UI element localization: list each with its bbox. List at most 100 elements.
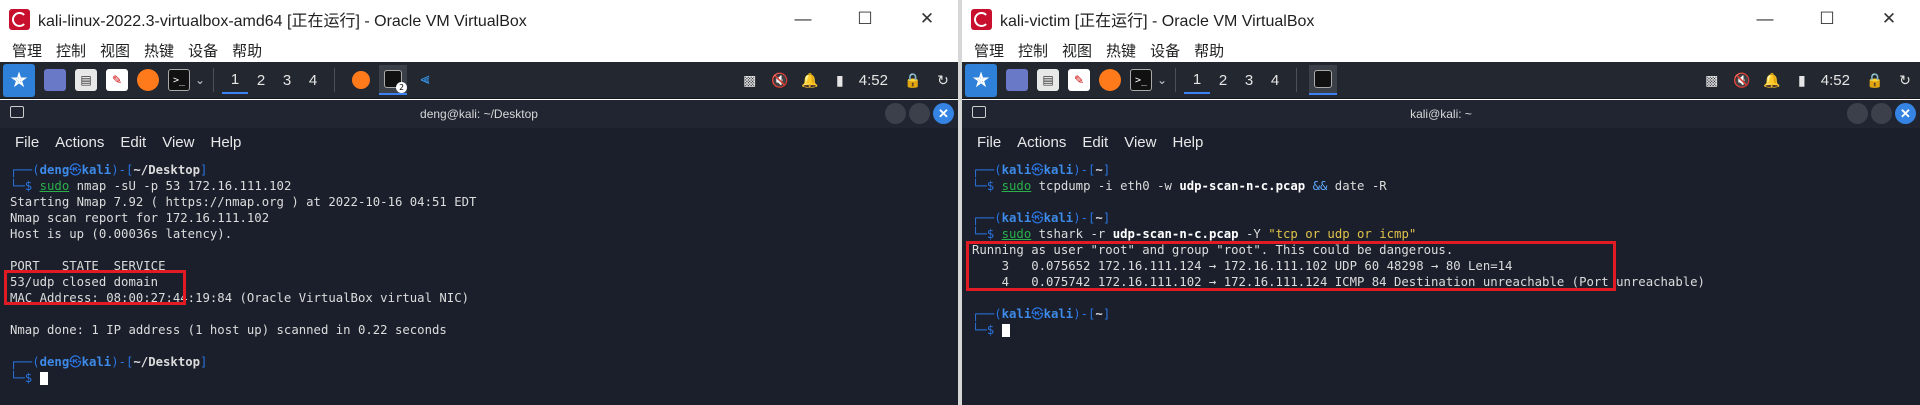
terminal-close-button[interactable]: ✕ [933, 103, 954, 124]
menu-hotkeys[interactable]: 热键 [1106, 40, 1136, 61]
power-icon[interactable]: ↻ [1890, 62, 1920, 99]
cmd-args: -Y [1238, 227, 1269, 241]
clock[interactable]: 4:52 [1821, 72, 1850, 89]
screen-icon[interactable]: ▩ [1697, 62, 1727, 99]
terminal-menu-file[interactable]: File [15, 134, 39, 151]
maximize-button[interactable]: ☐ [834, 0, 896, 38]
menu-view[interactable]: 视图 [100, 40, 130, 61]
workspace-4[interactable]: 4 [1262, 66, 1288, 94]
terminal-launcher-icon[interactable]: >_ [168, 69, 190, 91]
terminal-menu-view[interactable]: View [1124, 134, 1156, 151]
menu-devices[interactable]: 设备 [1150, 40, 1180, 61]
battery-icon[interactable]: ▮ [825, 62, 855, 99]
cmd-program: tshark [1038, 227, 1084, 241]
menu-manage[interactable]: 管理 [974, 40, 1004, 61]
terminal-output[interactable]: ┌──(deng㉿kali)-[~/Desktop] └─$ sudo nmap… [0, 162, 958, 405]
screen-icon[interactable]: ▩ [735, 62, 765, 99]
cmd-filter: "tcp or udp or icmp" [1268, 227, 1417, 241]
firefox-icon[interactable] [137, 69, 159, 91]
file-manager-icon[interactable]: ▤ [1037, 69, 1059, 91]
highlight-box [966, 241, 1616, 291]
terminal-maximize-button[interactable] [1871, 103, 1892, 124]
text-editor-icon[interactable]: ✎ [1068, 69, 1090, 91]
menu-view[interactable]: 视图 [1062, 40, 1092, 61]
vm-window-kali-victim: kali-victim [正在运行] - Oracle VM VirtualBo… [962, 0, 1920, 405]
kali-menu-icon[interactable]: ✯ [965, 63, 997, 97]
window-titlebar[interactable]: kali-victim [正在运行] - Oracle VM VirtualBo… [962, 0, 1920, 38]
menu-hotkeys[interactable]: 热键 [144, 40, 174, 61]
workspace-3[interactable]: 3 [1236, 66, 1262, 94]
terminal-menu-actions[interactable]: Actions [1017, 134, 1066, 151]
task-terminal[interactable] [1309, 65, 1338, 95]
task-terminal[interactable]: 2 [379, 65, 408, 95]
workspace-3[interactable]: 3 [274, 66, 300, 94]
show-desktop-icon[interactable] [1006, 69, 1028, 91]
battery-icon[interactable]: ▮ [1787, 62, 1817, 99]
kali-menu-icon[interactable]: ✯ [3, 63, 35, 97]
menu-help[interactable]: 帮助 [232, 40, 262, 61]
minimize-button[interactable]: — [772, 0, 834, 38]
terminal-menu-edit[interactable]: Edit [1082, 134, 1108, 151]
window-controls: — ☐ ✕ [772, 0, 958, 38]
notification-bell-icon[interactable]: 🔔 [795, 62, 825, 99]
menu-devices[interactable]: 设备 [188, 40, 218, 61]
terminal-titlebar[interactable]: kali@kali: ~ ✕ [962, 100, 1920, 128]
close-button[interactable]: ✕ [1858, 0, 1920, 38]
panel-separator [1296, 68, 1298, 92]
file-manager-icon[interactable]: ▤ [75, 69, 97, 91]
workspace-4[interactable]: 4 [300, 66, 326, 94]
terminal-minimize-button[interactable] [885, 103, 906, 124]
window-titlebar[interactable]: kali-linux-2022.3-virtualbox-amd64 [正在运行… [0, 0, 958, 38]
mute-icon[interactable]: 🔇 [765, 62, 795, 99]
terminal-menu-edit[interactable]: Edit [120, 134, 146, 151]
terminal-close-button[interactable]: ✕ [1895, 103, 1916, 124]
terminal-titlebar[interactable]: deng@kali: ~/Desktop ✕ [0, 100, 958, 128]
chevron-down-icon[interactable]: ⌄ [1157, 73, 1167, 87]
close-icon: ✕ [919, 9, 935, 28]
text-editor-icon[interactable]: ✎ [106, 69, 128, 91]
show-desktop-icon[interactable] [44, 69, 66, 91]
terminal-minimize-button[interactable] [1847, 103, 1868, 124]
task-firefox[interactable] [347, 65, 375, 95]
firefox-icon[interactable] [1099, 69, 1121, 91]
workspace-2[interactable]: 2 [248, 66, 274, 94]
menu-control[interactable]: 控制 [56, 40, 86, 61]
mute-icon[interactable]: 🔇 [1727, 62, 1757, 99]
workspace-1[interactable]: 1 [222, 66, 249, 94]
terminal-launcher-icon[interactable]: >_ [1130, 69, 1152, 91]
close-button[interactable]: ✕ [896, 0, 958, 38]
notification-bell-icon[interactable]: 🔔 [1757, 62, 1787, 99]
maximize-icon: ☐ [1819, 9, 1835, 28]
maximize-button[interactable]: ☐ [1796, 0, 1858, 38]
prompt-host: kali [1043, 163, 1074, 177]
lock-icon[interactable]: 🔒 [898, 62, 928, 99]
terminal-menu-file[interactable]: File [977, 134, 1001, 151]
terminal-menu-help[interactable]: Help [210, 134, 241, 151]
workspace-1[interactable]: 1 [1184, 66, 1211, 94]
workspace-2[interactable]: 2 [1210, 66, 1236, 94]
terminal-menu-view[interactable]: View [162, 134, 194, 151]
terminal-output[interactable]: ┌──(kali㉿kali)-[~] └─$ sudo tcpdump -i e… [962, 162, 1920, 405]
task-vscode[interactable]: ⫷ [411, 65, 439, 95]
chevron-down-icon[interactable]: ⌄ [195, 73, 205, 87]
window-title: kali-linux-2022.3-virtualbox-amd64 [正在运行… [38, 13, 527, 30]
cmd-sudo: sudo [39, 179, 70, 193]
text-cursor [1001, 324, 1010, 337]
power-icon[interactable]: ↻ [928, 62, 958, 99]
text-cursor [39, 372, 48, 385]
output-line: Nmap done: 1 IP address (1 host up) scan… [10, 323, 447, 337]
clock[interactable]: 4:52 [859, 72, 888, 89]
menu-help[interactable]: 帮助 [1194, 40, 1224, 61]
terminal-menu-help[interactable]: Help [1172, 134, 1203, 151]
minimize-icon: — [794, 9, 812, 28]
minimize-button[interactable]: — [1734, 0, 1796, 38]
vbox-menubar: 管理 控制 视图 热键 设备 帮助 [0, 38, 958, 62]
lock-icon[interactable]: 🔒 [1860, 62, 1890, 99]
menu-control[interactable]: 控制 [1018, 40, 1048, 61]
terminal-menu-actions[interactable]: Actions [55, 134, 104, 151]
cmd-args: -r [1083, 227, 1113, 241]
cmd-program: nmap [76, 179, 107, 193]
menu-manage[interactable]: 管理 [12, 40, 42, 61]
terminal-maximize-button[interactable] [909, 103, 930, 124]
